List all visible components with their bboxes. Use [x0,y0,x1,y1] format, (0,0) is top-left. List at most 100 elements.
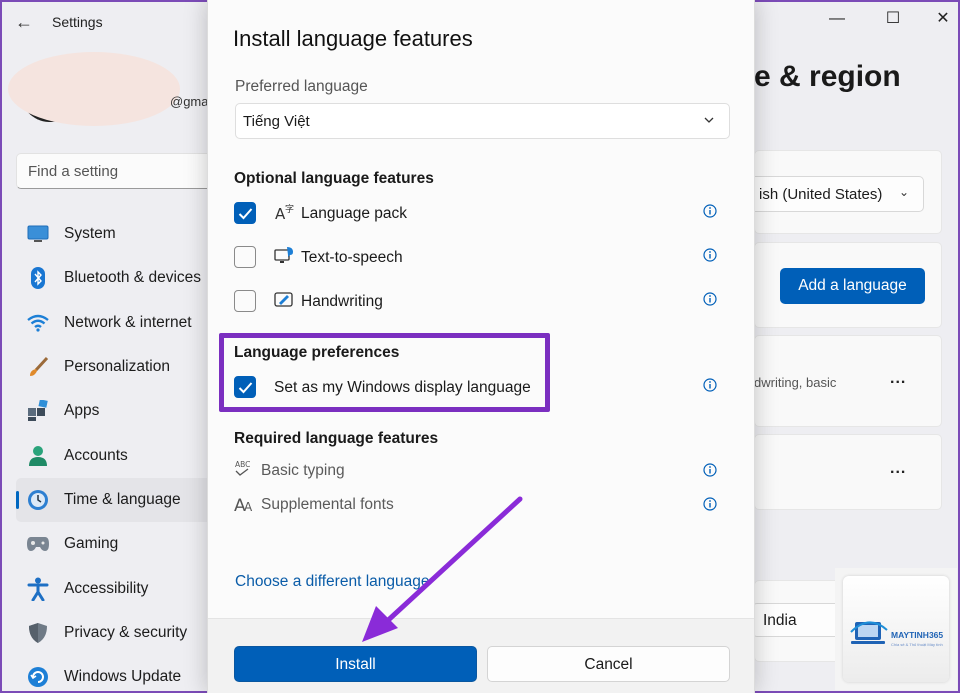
sidebar-item-gaming[interactable]: Gaming [16,522,216,566]
sidebar-item-personalization[interactable]: Personalization [16,345,216,389]
sidebar-item-label: Windows Update [64,668,182,686]
display-language-checkbox[interactable] [234,376,256,398]
fonts-icon: AA [234,496,253,514]
required-feature-label: Supplemental fonts [261,496,394,513]
chevron-down-icon [704,117,714,123]
search-input[interactable]: Find a setting [16,153,216,189]
app-title: Settings [52,14,103,30]
svg-text:字: 字 [285,203,294,215]
sidebar-item-label: Privacy & security [64,623,188,641]
maximize-button[interactable]: ☐ [870,4,916,36]
account-email: @gma [170,94,209,109]
minimize-button[interactable]: — [814,4,860,36]
svg-text:ABC: ABC [235,460,250,469]
feature-label: Language pack [301,205,408,222]
install-language-features-dialog: Install language features Preferred lang… [207,0,755,693]
sidebar-nav: System Bluetooth & devices Network & int… [16,212,216,693]
info-icon[interactable] [703,497,717,511]
sidebar-item-label: Apps [64,402,100,420]
required-features-heading: Required language features [234,430,439,447]
sidebar-item-label: Accounts [64,446,128,464]
required-feature-label: Basic typing [261,462,345,479]
sidebar-item-label: Time & language [64,490,181,508]
monitor-icon [26,222,50,246]
feature-label: Text-to-speech [301,249,403,266]
display-language-select[interactable]: ish (United States) ⌄ [744,176,924,212]
dialog-title: Install language features [233,26,473,51]
preferred-language-value: Tiếng Việt [243,113,310,130]
page-title: e & region [754,60,901,93]
text-to-speech-icon [274,247,293,263]
update-icon [26,665,50,689]
display-language-value: ish (United States) [759,186,883,203]
display-language-label: Set as my Windows display language [274,379,531,396]
sidebar-item-apps[interactable]: Apps [16,389,216,433]
chevron-down-icon: ⌄ [898,185,909,199]
close-button[interactable]: ✕ [920,4,960,36]
feature-row-language-pack: A字 Language pack [234,199,724,229]
sidebar-item-accounts[interactable]: Accounts [16,433,216,477]
feature-row-text-to-speech: Text-to-speech [234,243,724,273]
wifi-icon [26,311,50,335]
sidebar-item-label: Network & internet [64,313,192,331]
svg-text:A: A [244,500,253,514]
sidebar-item-label: Bluetooth & devices [64,269,202,287]
clock-globe-icon [26,488,50,512]
gamepad-icon [26,532,50,556]
handwriting-icon [274,292,293,307]
more-options-button-2[interactable]: ... [890,460,906,478]
cancel-button[interactable]: Cancel [487,646,730,682]
language-pack-checkbox[interactable] [234,202,256,224]
language-row-card-2 [754,434,942,510]
sidebar-item-privacy[interactable]: Privacy & security [16,611,216,655]
display-language-row: Set as my Windows display language [234,373,724,403]
info-icon[interactable] [703,378,717,392]
watermark-logo: MAYTINH365 Chia sẻ & Thủ thuật Máy tính [835,568,957,690]
region-select[interactable]: India [752,603,840,637]
dialog-footer: Install Cancel [208,618,754,693]
more-options-button[interactable]: ... [890,370,906,388]
sidebar-item-label: Accessibility [64,579,149,597]
back-arrow-icon[interactable]: ← [12,12,36,34]
info-icon[interactable] [703,463,717,477]
sidebar-item-network[interactable]: Network & internet [16,301,216,345]
optional-features-heading: Optional language features [234,170,434,187]
install-button[interactable]: Install [234,646,477,682]
sidebar-item-windows-update[interactable]: Windows Update [16,655,216,693]
watermark-brand: MAYTINH365 [891,630,944,640]
text-to-speech-checkbox[interactable] [234,246,256,268]
sidebar-item-system[interactable]: System [16,212,216,256]
add-language-button[interactable]: Add a language [780,268,925,304]
shield-icon [26,621,50,645]
required-row-basic-typing: ABC Basic typing [234,458,724,484]
brush-icon [26,355,50,379]
language-row-subtitle: dwriting, basic [754,375,837,390]
sidebar-item-label: Personalization [64,358,170,376]
sidebar-item-label: Gaming [64,535,119,553]
sidebar-item-time-language[interactable]: Time & language [16,477,216,523]
preferred-language-label: Preferred language [235,78,368,95]
info-icon[interactable] [703,204,717,218]
choose-different-language-link[interactable]: Choose a different language [235,573,429,591]
info-icon[interactable] [703,248,717,262]
sidebar-item-bluetooth[interactable]: Bluetooth & devices [16,256,216,300]
abc-typing-icon: ABC [235,460,250,476]
language-preferences-heading: Language preferences [234,344,400,361]
required-row-supplemental-fonts: AA Supplemental fonts [234,492,724,518]
watermark-badge: MAYTINH365 Chia sẻ & Thủ thuật Máy tính [843,576,949,682]
handwriting-checkbox[interactable] [234,290,256,312]
feature-row-handwriting: Handwriting [234,287,724,317]
region-value: India [763,612,797,629]
info-icon[interactable] [703,292,717,306]
watermark-tagline: Chia sẻ & Thủ thuật Máy tính [891,642,943,647]
accessibility-icon [26,577,50,601]
sidebar-item-label: System [64,225,116,243]
bluetooth-icon [26,266,50,290]
language-pack-icon: A字 [275,203,294,222]
search-placeholder: Find a setting [28,163,119,180]
sidebar-item-accessibility[interactable]: Accessibility [16,566,216,610]
person-icon [26,444,50,468]
preferred-language-select[interactable]: Tiếng Việt [235,103,730,139]
apps-icon [26,399,50,423]
laptop-globe-icon [850,621,888,644]
